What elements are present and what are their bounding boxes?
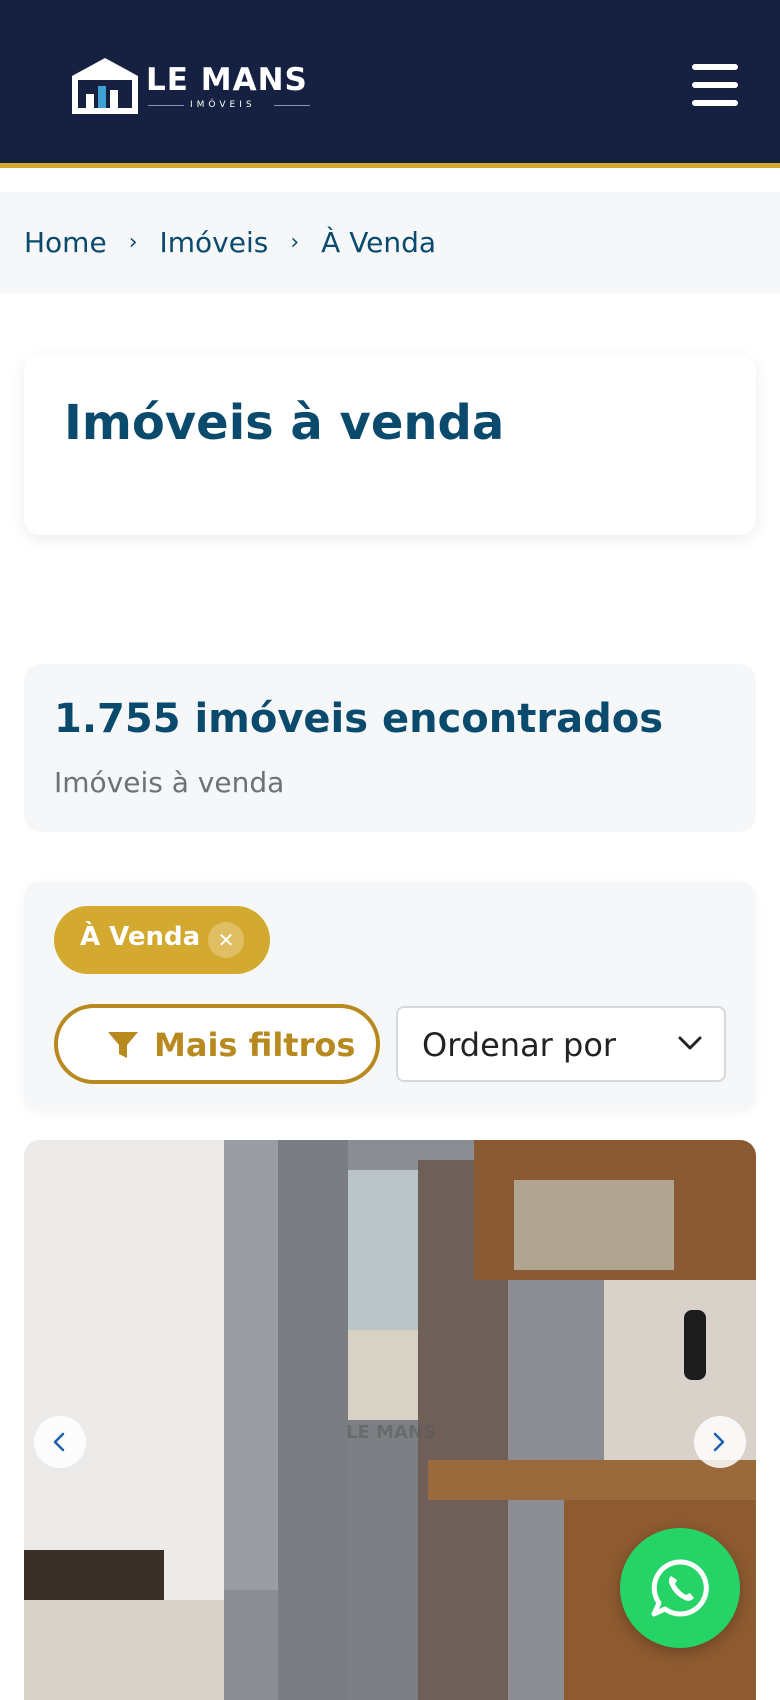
chevron-left-icon xyxy=(53,1432,65,1452)
results-subtitle: Imóveis à venda xyxy=(54,766,285,799)
breadcrumb-a-venda[interactable]: À Venda xyxy=(321,226,436,259)
chip-label: À Venda xyxy=(80,922,201,952)
more-filters-button[interactable]: Mais filtros xyxy=(54,1004,380,1084)
results-count-label: imóveis encontrados xyxy=(194,696,664,742)
results-count: 1.755 imóveis encontrados xyxy=(54,696,663,742)
page-title-card: Imóveis à venda xyxy=(24,355,756,535)
breadcrumb-home[interactable]: Home xyxy=(24,226,107,259)
prev-photo-button[interactable] xyxy=(34,1416,86,1468)
whatsapp-button[interactable] xyxy=(620,1528,740,1648)
sort-dropdown[interactable]: Ordenar por xyxy=(396,1006,726,1082)
page-title: Imóveis à venda xyxy=(64,395,505,451)
logo[interactable]: LE MANS IMÓVEIS xyxy=(70,56,315,116)
more-filters-label: Mais filtros xyxy=(154,1026,356,1064)
chevron-right-icon xyxy=(713,1432,725,1452)
chevron-down-icon xyxy=(678,1036,702,1050)
menu-bar xyxy=(692,82,738,88)
results-number: 1.755 xyxy=(54,696,181,742)
next-photo-button[interactable] xyxy=(694,1416,746,1468)
results-summary: 1.755 imóveis encontrados Imóveis à vend… xyxy=(24,664,756,832)
whatsapp-icon xyxy=(651,1559,709,1617)
funnel-icon xyxy=(108,1032,138,1058)
breadcrumb: Home › Imóveis › À Venda xyxy=(0,192,780,293)
menu-bar xyxy=(692,64,738,70)
breadcrumb-separator: › xyxy=(290,230,300,255)
active-filter-chip: À Venda ✕ xyxy=(54,906,270,974)
house-logo-icon xyxy=(72,58,138,114)
watermark: LE MANS xyxy=(346,1422,436,1443)
logo-subtext: IMÓVEIS xyxy=(190,100,256,110)
logo-divider xyxy=(148,105,184,106)
breadcrumb-separator: › xyxy=(128,230,138,255)
breadcrumb-imoveis[interactable]: Imóveis xyxy=(160,226,269,259)
close-icon[interactable]: ✕ xyxy=(208,922,244,958)
logo-text: LE MANS xyxy=(146,62,308,98)
hamburger-menu-icon[interactable] xyxy=(692,64,738,106)
logo-divider xyxy=(274,105,310,106)
filter-panel: À Venda ✕ Mais filtros Ordenar por xyxy=(24,882,756,1110)
site-header: LE MANS IMÓVEIS xyxy=(0,0,780,168)
sort-label: Ordenar por xyxy=(422,1026,617,1064)
menu-bar xyxy=(692,100,738,106)
